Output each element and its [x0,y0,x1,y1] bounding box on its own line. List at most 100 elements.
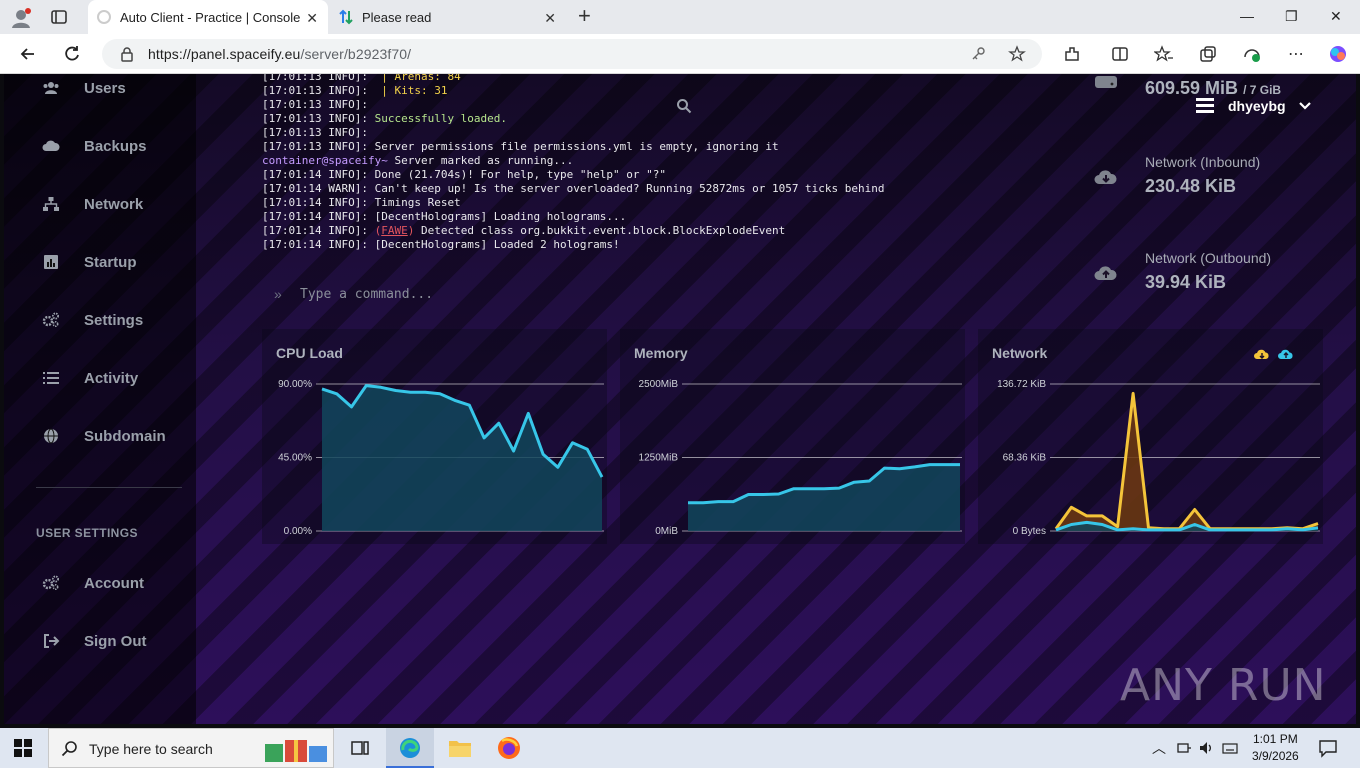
close-tab-icon[interactable]: ✕ [306,10,318,27]
minimize-icon[interactable]: — [1240,8,1254,24]
refresh-icon[interactable] [62,44,82,64]
console-timestamp: [17:01:14 INFO]: [262,224,368,237]
url-host: https://panel.spaceify.eu [148,46,301,62]
chart-icon [44,255,58,269]
favorite-star-icon[interactable] [1008,45,1026,63]
network-chart: 136.72 KiB 68.36 KiB 0 Bytes [997,379,1320,537]
console-text: [DecentHolograms] Loading holograms... [367,210,627,223]
disk-used: 609.59 MiB [1145,78,1239,98]
console-timestamp: [17:01:14 INFO]: [262,238,368,251]
lock-icon[interactable] [120,46,134,62]
tab-actions-icon[interactable] [50,8,68,26]
sidebar-item-label: Network [84,195,144,213]
performance-icon[interactable] [1242,44,1262,64]
network-icon [43,197,59,211]
close-tab-icon[interactable]: ✕ [544,10,556,27]
new-tab-icon[interactable]: + [578,5,591,27]
sidebar-item-users[interactable]: Users [42,76,126,100]
disk-limit: / 7 GiB [1243,83,1282,97]
console-text: Timings Reset [367,196,461,209]
key-icon[interactable] [970,46,986,62]
console-timestamp: [17:01:14 INFO]: [262,168,368,181]
console-text: 31 [434,84,448,97]
console-line: [17:01:13 INFO]: [262,98,1038,112]
sidebar-item-label: Activity [84,369,139,387]
clock-date: 3/9/2026 [1252,749,1299,763]
sidebar-divider [36,487,182,488]
split-screen-icon[interactable] [1110,44,1130,64]
url-path: /server/b2923f70/ [300,46,412,62]
chevron-down-icon [1298,102,1311,110]
browser-tab-strip: Auto Client - Practice | Console ✕ Pleas… [0,0,1360,34]
cloud-upload-icon [1094,266,1117,280]
gift-boxes-icon [265,740,327,762]
command-placeholder: Type a command... [300,287,434,302]
collections-icon[interactable] [1198,44,1218,64]
extensions-icon[interactable] [1062,44,1082,64]
clock[interactable]: 1:01 PM 3/9/2026 [1252,731,1299,765]
firefox-icon[interactable] [497,736,521,760]
console-line: [17:01:14 INFO]: Done (21.704s)! For hel… [262,168,1038,182]
memory-chart: 2500MiB 1250MiB 0MiB [639,379,962,537]
notifications-icon[interactable] [1318,738,1338,758]
panel-page: Users Backups Network Startup Settings A… [4,74,1356,724]
cloud-download-icon [1094,170,1117,184]
sidebar: Users Backups Network Startup Settings A… [4,74,196,724]
console-line: [17:01:14 INFO]: [DecentHolograms] Loade… [262,238,1038,252]
cloud-icon [42,140,60,151]
console-line: [17:01:14 INFO]: Timings Reset [262,196,1038,210]
series-line [1054,391,1319,531]
stat-label: Network (Inbound) [1145,154,1261,170]
network-tray-icon[interactable] [1176,740,1192,756]
command-input[interactable]: » Type a command... [262,278,1038,308]
sidebar-item-startup[interactable]: Startup [42,250,137,274]
back-icon[interactable] [18,44,38,64]
stat-value: 230.48 KiB [1145,176,1237,196]
task-view-icon[interactable] [350,738,370,758]
more-menu-icon[interactable]: ⋯ [1288,44,1308,64]
favorites-icon[interactable] [1154,44,1174,64]
console-timestamp: [17:01:13 INFO]: [262,126,368,139]
tab-please-read[interactable]: Please read ✕ [330,0,566,34]
user-menu[interactable]: dhyeybg [1194,96,1312,116]
sidebar-item-subdomain[interactable]: Subdomain [42,424,166,448]
sidebar-item-label: Sign Out [84,632,147,650]
sidebar-item-activity[interactable]: Activity [42,366,138,390]
copilot-icon[interactable] [1328,44,1348,64]
console-line: [17:01:14 INFO]: (FAWE) Detected class o… [262,224,1038,238]
console-text: 84 [447,74,461,83]
profile-icon[interactable] [10,7,32,29]
sidebar-item-label: Startup [84,253,137,271]
url-field[interactable]: https://panel.spaceify.eu/server/b2923f7… [102,39,1042,69]
window-close-icon[interactable]: ✕ [1330,8,1342,25]
sidebar-item-settings[interactable]: Settings [42,308,143,332]
console-text: [DecentHolograms] Loaded 2 holograms! [367,238,620,251]
taskbar-search-box[interactable]: Type here to search [48,728,334,768]
console-line: [17:01:13 INFO]: Server permissions file… [262,140,1038,154]
watermark-logo: ANY RUN [1120,660,1327,711]
tab-console[interactable]: Auto Client - Practice | Console ✕ [88,0,328,34]
restore-icon[interactable]: ❐ [1285,8,1298,25]
console-line: [17:01:13 INFO]: | Arenas: 84 [262,74,1038,84]
y-tick-label: 45.00% [278,453,312,464]
console-text: Server marked as running... [387,154,574,167]
tray-chevron-up-icon[interactable]: ︿ [1152,738,1166,758]
windows-start-icon[interactable] [14,739,32,757]
taskbar-edge-button[interactable] [386,728,434,768]
console-line: [17:01:13 INFO]: Successfully loaded. [262,112,1038,126]
search-placeholder: Type here to search [89,741,213,757]
y-tick-label: 0.00% [284,526,312,537]
sort-arrows-icon [339,9,353,25]
y-tick-label: 0MiB [655,526,678,537]
sidebar-item-backups[interactable]: Backups [42,134,147,158]
keyboard-layout-icon[interactable] [1222,740,1238,756]
file-explorer-icon[interactable] [448,737,472,759]
sidebar-item-account[interactable]: Account [42,571,144,595]
search-icon[interactable] [676,98,692,114]
console-text: | Kits: [381,84,435,97]
sidebar-item-network[interactable]: Network [42,192,143,216]
sidebar-item-sign-out[interactable]: Sign Out [42,629,147,653]
y-tick-label: 1250MiB [639,453,679,464]
volume-icon[interactable] [1198,740,1214,756]
